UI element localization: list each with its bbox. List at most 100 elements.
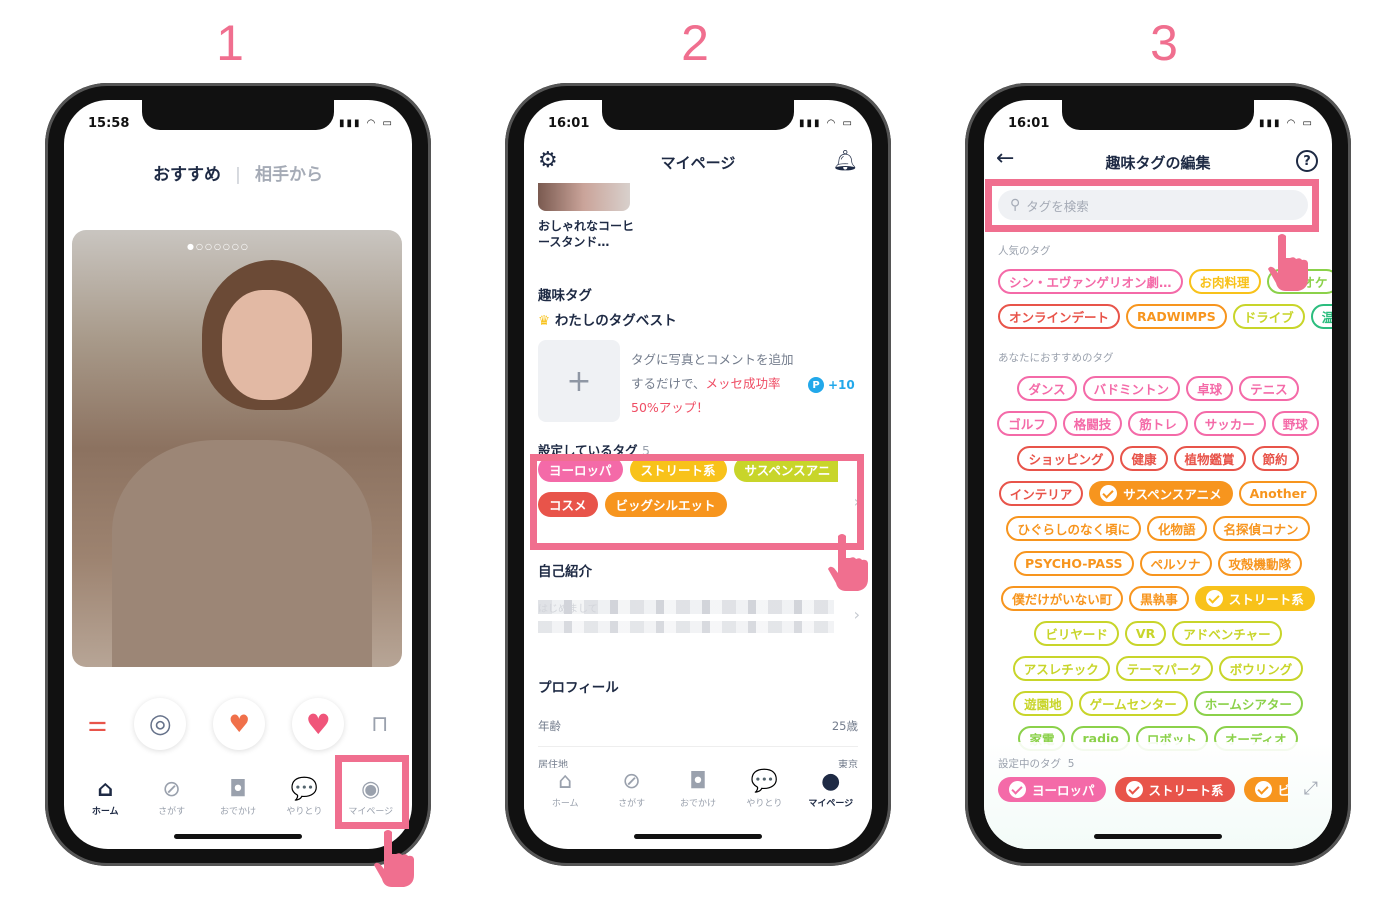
tag-row: PSYCHO-PASS ペルソナ 攻殻機動隊 <box>984 546 1332 581</box>
tag-chip[interactable]: 節約 <box>1251 446 1299 471</box>
tag-chip[interactable]: Another <box>1238 481 1318 506</box>
point-badge-icon: P <box>808 377 824 393</box>
tag-chip[interactable]: テニス <box>1239 376 1299 401</box>
nav-messages[interactable]: 💬 やりとり <box>274 776 334 817</box>
intro-text-blurred[interactable]: はじめまして <box>538 600 834 615</box>
status-time: 15:58 <box>88 116 130 131</box>
tag-chip[interactable]: VR <box>1124 621 1167 646</box>
tag-row: ゴルフ 格闘技 筋トレ サッカー 野球 <box>984 406 1332 441</box>
tag-chip[interactable]: 化物語 <box>1146 516 1207 541</box>
tag-chip[interactable]: テーマパーク <box>1115 656 1213 681</box>
popular-tags-label: 人気のタグ <box>998 245 1051 257</box>
nav-home[interactable]: ⌂ ホーム <box>75 776 135 817</box>
tag-chip[interactable]: アスレチック <box>1012 656 1110 681</box>
user-icon: ● <box>821 769 841 794</box>
add-best-tag-button[interactable]: + <box>538 340 620 422</box>
tag-chip[interactable]: ゴルフ <box>997 411 1057 436</box>
highlight-box <box>530 454 864 550</box>
compass-icon: ⊘ <box>622 769 641 794</box>
tag-chip[interactable]: 遊園地 <box>1013 691 1073 716</box>
tag-chip[interactable]: 名探偵コナン <box>1212 516 1310 541</box>
tag-chip[interactable]: ひぐらしのなく頃に <box>1006 516 1141 541</box>
tag-row: ビリヤード VR アドベンチャー <box>984 616 1332 651</box>
tag-chip-selected[interactable]: サスペンスアニメ <box>1089 481 1233 506</box>
nav-search[interactable]: ⊘ さがす <box>142 776 202 817</box>
tag-chip[interactable]: インテリア <box>998 481 1084 506</box>
profile-row-age[interactable]: 年齢 25歳 <box>538 718 858 747</box>
tag-chip[interactable]: 筋トレ <box>1128 411 1188 436</box>
door-icon: ◘ <box>229 777 247 802</box>
step-number: 2 <box>681 15 709 71</box>
tag-row: ひぐらしのなく頃に 化物語 名探偵コナン <box>984 511 1332 546</box>
tag-chip[interactable]: アドベンチャー <box>1172 621 1282 646</box>
photo-page-dots: ●○○○○○○ <box>187 242 250 251</box>
tag-chip[interactable]: ペルソナ <box>1139 551 1212 576</box>
nav-home[interactable]: ⌂ ホーム <box>535 768 595 809</box>
tag-chip-selected[interactable]: ビッグシルエット <box>1243 777 1288 802</box>
recommended-tags-label: あなたにおすすめのタグ <box>998 352 1114 364</box>
tag-chip[interactable]: 卓球 <box>1186 376 1234 401</box>
tag-chip[interactable]: ビリヤード <box>1034 621 1119 646</box>
tag-chip[interactable]: ドライブ <box>1232 304 1305 329</box>
best-tag-title: わたしのタグベスト <box>554 313 677 329</box>
tag-chip-selected[interactable]: ストリート系 <box>1114 777 1235 802</box>
bell-icon[interactable]: 🔔︎ <box>833 148 858 172</box>
tag-chip[interactable]: ゲームセンター <box>1078 691 1188 716</box>
compass-icon: ⊘ <box>162 777 181 802</box>
check-icon <box>1125 781 1143 798</box>
tag-chip[interactable]: 健康 <box>1120 446 1168 471</box>
tag-row: アスレチック テーマパーク ボウリング <box>984 651 1332 686</box>
nav-outing[interactable]: ◘ おでかけ <box>208 776 268 817</box>
expand-icon[interactable]: ⤢ <box>1304 778 1318 799</box>
tag-row: ショッピング 健康 植物鑑賞 節約 <box>984 441 1332 476</box>
tag-chip[interactable]: ショッピング <box>1017 446 1115 471</box>
tag-chip[interactable]: オンラインデート <box>998 304 1121 329</box>
highlight-box <box>985 179 1319 232</box>
status-time: 16:01 <box>1008 116 1050 131</box>
profile-row-residence[interactable]: 居住地 東京 <box>538 756 858 768</box>
help-icon[interactable]: ? <box>1296 150 1318 172</box>
tag-chip[interactable]: バドミントン <box>1082 376 1181 401</box>
tab-recommended[interactable]: おすすめ <box>153 165 221 185</box>
check-icon <box>1254 781 1272 798</box>
tag-chip[interactable]: ホームシアター <box>1193 691 1303 716</box>
tag-chip-selected[interactable]: ストリート系 <box>1194 586 1315 611</box>
tag-chip[interactable]: サッカー <box>1193 411 1266 436</box>
tag-row: 遊園地 ゲームセンター ホームシアター <box>984 686 1332 721</box>
photo-caption: おしゃれなコーヒースタンド… <box>538 219 635 249</box>
tab-from-partner[interactable]: 相手から <box>255 165 323 185</box>
tag-chip[interactable]: PSYCHO-PASS <box>1013 551 1134 576</box>
heart-arrow-icon[interactable]: ♥ <box>213 698 265 750</box>
tag-chip[interactable]: お肉料理 <box>1188 269 1261 294</box>
tag-chip[interactable]: シン・エヴァンゲリオン劇… <box>998 269 1183 294</box>
door-icon: ◘ <box>689 769 707 794</box>
heart-icon[interactable]: ♥ <box>292 698 344 750</box>
nav-outing[interactable]: ◘ おでかけ <box>668 768 728 809</box>
tag-chip[interactable]: ダンス <box>1017 376 1077 401</box>
crown-icon: ♛ <box>538 313 551 329</box>
tag-chip[interactable]: 黒執事 <box>1129 586 1189 611</box>
tag-chip-selected[interactable]: ヨーロッパ <box>998 777 1106 802</box>
swirl-icon[interactable]: ◎ <box>134 698 186 750</box>
tag-chip[interactable]: 格闘技 <box>1062 411 1123 436</box>
bag-icon[interactable]: ⊓ <box>371 712 388 737</box>
nav-search[interactable]: ⊘ さがす <box>602 768 662 809</box>
plus-icon: + <box>566 363 592 399</box>
chevron-right-icon[interactable]: › <box>854 605 860 624</box>
promo-text: タグに写真とコメントを追加するだけで、メッセ成功率50%アップ！ <box>631 352 794 415</box>
tag-chip[interactable]: 植物鑑賞 <box>1173 446 1246 471</box>
tag-chip[interactable]: 僕だけがいない町 <box>1001 586 1124 611</box>
tag-chip[interactable]: ボウリング <box>1218 656 1304 681</box>
filter-icon[interactable]: ⚌ <box>88 712 108 737</box>
tag-chip[interactable]: RADWIMPS <box>1126 304 1227 329</box>
tag-chip[interactable]: 野球 <box>1271 411 1319 436</box>
nav-messages[interactable]: 💬 やりとり <box>734 768 794 809</box>
tag-row: オンラインデートRADWIMPSドライブ温泉 <box>984 299 1332 334</box>
profile-card-photo[interactable]: ●○○○○○○ <box>72 230 402 667</box>
photo-thumbnail[interactable] <box>538 183 630 211</box>
step-number: 1 <box>216 15 244 71</box>
nav-mypage[interactable]: ● マイページ <box>801 768 861 809</box>
tag-row: インテリア サスペンスアニメ Another <box>984 476 1332 511</box>
tag-chip[interactable]: 温泉 <box>1310 304 1332 329</box>
tag-chip[interactable]: 攻殻機動隊 <box>1217 551 1303 576</box>
